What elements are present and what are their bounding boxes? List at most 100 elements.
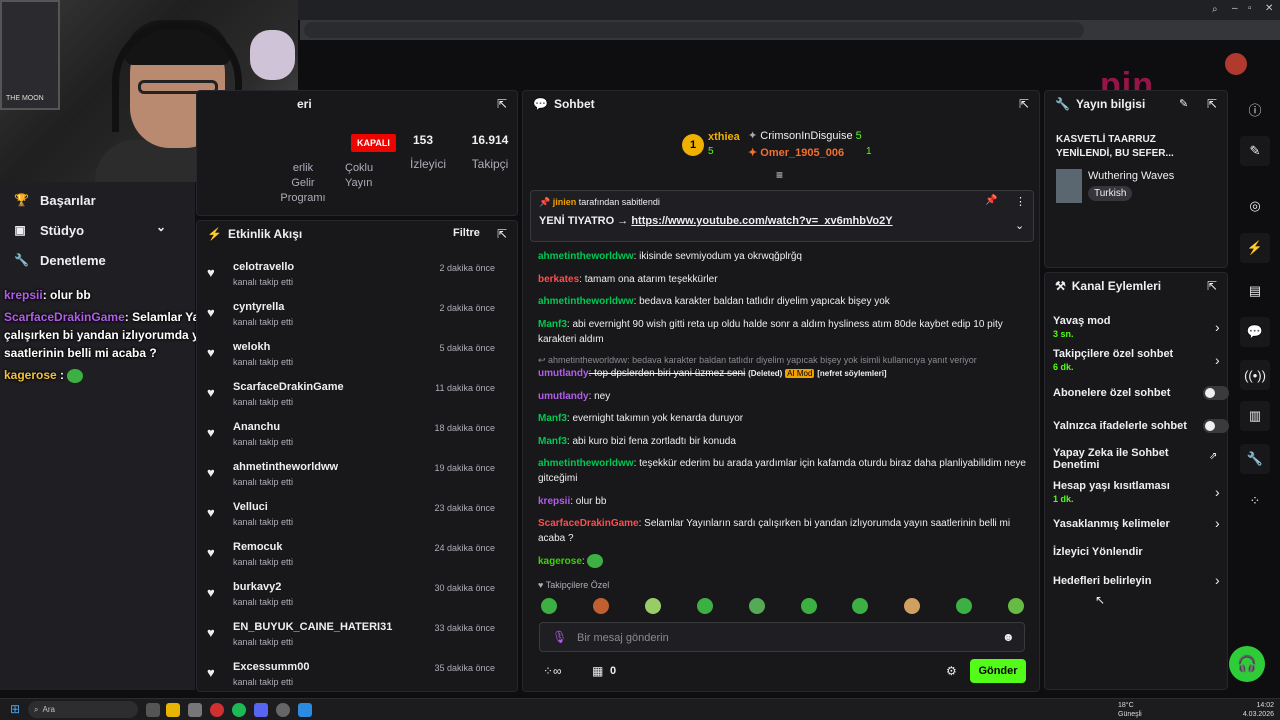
activity-item[interactable]: ♥ welokh kanalı takip etti 5 dakika önce <box>207 341 507 381</box>
emote-only-toggle[interactable] <box>1203 419 1229 433</box>
popout-icon[interactable]: ⇱ <box>1207 97 1217 111</box>
goals-row[interactable]: Hedefleri belirleyin › <box>1053 572 1223 588</box>
emote-icon[interactable] <box>1008 598 1024 614</box>
weather-widget[interactable]: 18°C Güneşli <box>1118 701 1142 719</box>
discord-icon[interactable] <box>254 703 268 717</box>
emote-icon[interactable] <box>697 598 713 614</box>
emote-icon[interactable] <box>852 598 868 614</box>
address-bar[interactable] <box>300 20 1280 40</box>
wrench-icon[interactable]: 🔧 <box>1240 444 1270 474</box>
more-options-icon[interactable]: ⋮ <box>1015 195 1026 208</box>
edit-icon[interactable]: ✎ <box>1179 97 1188 110</box>
activity-item[interactable]: ♥ Velluci kanalı takip etti 23 dakika önce <box>207 501 507 541</box>
emote-icon[interactable] <box>749 598 765 614</box>
emote-icon[interactable] <box>904 598 920 614</box>
popout-icon[interactable]: ⇱ <box>497 227 507 241</box>
activity-item[interactable]: ♥ Remocuk kanalı takip etti 24 dakika önce <box>207 541 507 581</box>
chat-message[interactable]: ahmetintheworldww: ikisinde sevmiyodum y… <box>538 249 1028 264</box>
chat-message[interactable]: Manf3: evernight takımın yok kenarda dur… <box>538 411 1028 426</box>
avatar[interactable] <box>1225 53 1247 75</box>
target-icon[interactable]: ◎ <box>1240 191 1270 221</box>
filter-button[interactable]: Filtre <box>453 227 480 239</box>
sidebar-item-moderation[interactable]: 🔧 Denetleme <box>14 250 184 270</box>
chat-message[interactable]: krepsii: olur bb <box>538 494 1028 509</box>
expand-icon[interactable]: ≡ <box>776 168 783 182</box>
sidebar-item-achievements[interactable]: 🏆 Başarılar <box>14 190 184 210</box>
pinned-link[interactable]: https://www.youtube.com/watch?v=_xv6mhbV… <box>631 215 892 227</box>
emoji-icon[interactable]: ☻ <box>1002 630 1015 644</box>
search-icon: ⌕ <box>34 704 39 714</box>
activity-item[interactable]: ♥ celotravello kanalı takip etti 2 dakika ö… <box>207 261 507 301</box>
activity-item[interactable]: ♥ burkavy2 kanalı takip etti 30 dakika önce <box>207 581 507 621</box>
windows-start-icon[interactable]: ⊞ <box>10 702 20 716</box>
taskbar-search[interactable]: ⌕ Ara <box>28 701 138 718</box>
leaderboard-second[interactable]: ✦ CrimsonInDisguise 5 <box>748 129 862 142</box>
sidebar-item-studio[interactable]: ▣ Stüdyo ⌄ <box>14 220 184 240</box>
url-field[interactable] <box>304 22 1084 38</box>
leaderboard-third[interactable]: ✦ Omer_1905_006 <box>748 146 844 159</box>
infinity-points[interactable]: ⁘∞ <box>543 664 562 678</box>
chat-message[interactable]: Manf3: abi kuro bizi fena zortladtı bir … <box>538 434 1028 449</box>
activity-item[interactable]: ♥ Excessumm00 kanalı takip etti 35 dakika ö… <box>207 661 507 701</box>
chat-message[interactable]: umutlandy: ney <box>538 389 1028 404</box>
chevron-down-icon[interactable]: ⌄ <box>1015 219 1024 232</box>
chat-message[interactable]: umutlandy: top dpslerden biri yani üzmez… <box>538 366 1028 381</box>
explorer-icon[interactable] <box>166 703 180 717</box>
app-icon[interactable] <box>188 703 202 717</box>
store-icon[interactable]: ▦ <box>592 664 603 678</box>
close-icon[interactable]: ✕ <box>1265 3 1273 14</box>
edit-icon[interactable]: ✎ <box>1240 136 1270 166</box>
support-button[interactable]: 🎧 <box>1229 646 1265 682</box>
chat-message[interactable]: kagerose: <box>538 554 1028 569</box>
send-button[interactable]: Gönder <box>970 659 1026 683</box>
chat-message[interactable]: ahmetintheworldww: bedava karakter balda… <box>538 294 1028 309</box>
subscribers-only-toggle[interactable] <box>1203 386 1229 400</box>
obs-icon[interactable] <box>276 703 290 717</box>
activity-item[interactable]: ♥ Ananchu kanalı takip etti 18 dakika önce <box>207 421 507 461</box>
unpin-icon[interactable]: 📌 <box>985 195 997 206</box>
slow-mode-row[interactable]: Yavaş mod 3 sn. › <box>1053 315 1223 339</box>
emote-icon[interactable] <box>956 598 972 614</box>
opera-icon[interactable] <box>210 703 224 717</box>
popout-icon[interactable]: ⇱ <box>497 97 507 111</box>
activity-item[interactable]: ♥ ahmetintheworldww kanalı takip etti 19 da… <box>207 461 507 501</box>
search-icon[interactable]: ⌕ <box>1212 4 1218 15</box>
game-name[interactable]: Wuthering Waves <box>1088 170 1174 182</box>
ai-moderation-row[interactable]: Yapay Zeka ile Sohbet Denetimi ⇗ <box>1053 447 1217 471</box>
minimize-icon[interactable]: – <box>1232 3 1238 14</box>
activity-item[interactable]: ♥ EN_BUYUK_CAINE_HATERI31 kanalı takip ett… <box>207 621 507 661</box>
popout-icon[interactable]: ⇱ <box>1019 97 1029 111</box>
chat-icon[interactable]: 💬 <box>1240 317 1270 347</box>
emote-icon[interactable] <box>801 598 817 614</box>
overlay-chat-user: krepsii <box>4 288 43 302</box>
account-age-row[interactable]: Hesap yaşı kısıtlaması 1 dk. › <box>1053 480 1223 504</box>
popout-icon[interactable]: ⇱ <box>1207 279 1217 293</box>
chat-message[interactable]: berkates: tamam ona atarım teşekkürler <box>538 272 1028 287</box>
maximize-icon[interactable]: ▫ <box>1248 3 1252 14</box>
spotify-icon[interactable] <box>232 703 246 717</box>
raid-row[interactable]: İzleyici Yönlendir <box>1053 546 1223 558</box>
followers-only-row[interactable]: Takipçilere özel sohbet 6 dk. › <box>1053 348 1223 372</box>
steam-icon[interactable] <box>298 703 312 717</box>
banned-words-row[interactable]: Yasaklanmış kelimeler › <box>1053 515 1223 531</box>
activity-item[interactable]: ♥ cyntyrella kanalı takip etti 2 dakika önc… <box>207 301 507 341</box>
layout-icon[interactable]: ▥ <box>1240 401 1270 431</box>
emote-icon[interactable] <box>645 598 661 614</box>
clock[interactable]: 14:02 4.03.2026 <box>1242 701 1274 719</box>
emote-icon[interactable] <box>541 598 557 614</box>
settings-icon[interactable]: ⚙ <box>946 664 957 678</box>
chat-message[interactable]: ScarfaceDrakinGame: Selamlar Yayınların … <box>538 516 1028 546</box>
task-view-icon[interactable] <box>146 703 160 717</box>
info-icon[interactable]: ⓘ <box>1240 94 1270 124</box>
document-icon[interactable]: ▤ <box>1240 276 1270 306</box>
chat-message[interactable]: Manf3: abi evernight 90 wish gitti reta … <box>538 317 1028 347</box>
chat-input[interactable]: 🎙 Bir mesaj gönderin ☻ <box>539 622 1025 652</box>
broadcast-icon[interactable]: ((•)) <box>1240 360 1270 390</box>
lightning-icon[interactable]: ⚡ <box>1240 233 1270 263</box>
chat-message[interactable]: ahmetintheworldww: teşekkür ederim bu ar… <box>538 456 1028 486</box>
activity-item[interactable]: ♥ ScarfaceDrakinGame kanalı takip etti 11 d… <box>207 381 507 421</box>
microphone-icon[interactable]: 🎙 <box>552 630 567 644</box>
emote-icon[interactable] <box>593 598 609 614</box>
leaderboard-first-user[interactable]: xthiea <box>708 131 740 143</box>
share-icon[interactable]: ⁘ <box>1240 486 1270 516</box>
